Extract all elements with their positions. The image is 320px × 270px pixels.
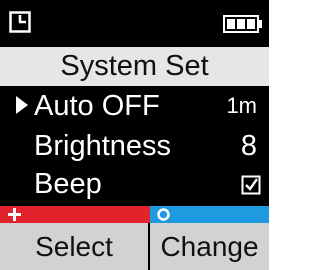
selection-cursor-icon	[16, 96, 28, 114]
change-softkey[interactable]: Change	[150, 223, 269, 270]
menu-item-label: Brightness	[34, 130, 172, 162]
status-bar	[0, 0, 269, 44]
plus-icon	[8, 208, 21, 221]
change-softkey-label: Change	[160, 231, 259, 262]
menu-item-label: Auto OFF	[34, 90, 160, 122]
right-softkey-indicator	[150, 206, 269, 223]
circle-icon	[157, 208, 170, 221]
select-softkey-label: Select	[35, 231, 113, 262]
menu-item-auto-off[interactable]: Auto OFF 1m	[0, 86, 269, 126]
checkbox-checked-icon[interactable]	[241, 175, 261, 195]
menu-item-beep[interactable]: Beep	[0, 164, 269, 204]
device-screen: System Set Auto OFF 1m Brightness 8 Beep	[0, 0, 269, 270]
menu-item-label: Beep	[34, 168, 102, 200]
title-bar: System Set	[0, 47, 269, 86]
screen-title: System Set	[60, 50, 209, 82]
display-area: System Set Auto OFF 1m Brightness 8 Beep	[0, 0, 269, 206]
select-softkey[interactable]: Select	[0, 223, 148, 270]
clock-icon	[9, 11, 31, 33]
battery-full-icon	[223, 15, 262, 33]
menu-item-brightness[interactable]: Brightness 8	[0, 126, 269, 166]
menu-item-value: 8	[240, 130, 257, 162]
menu-item-value: 1m	[226, 93, 257, 118]
left-softkey-indicator	[0, 206, 150, 223]
